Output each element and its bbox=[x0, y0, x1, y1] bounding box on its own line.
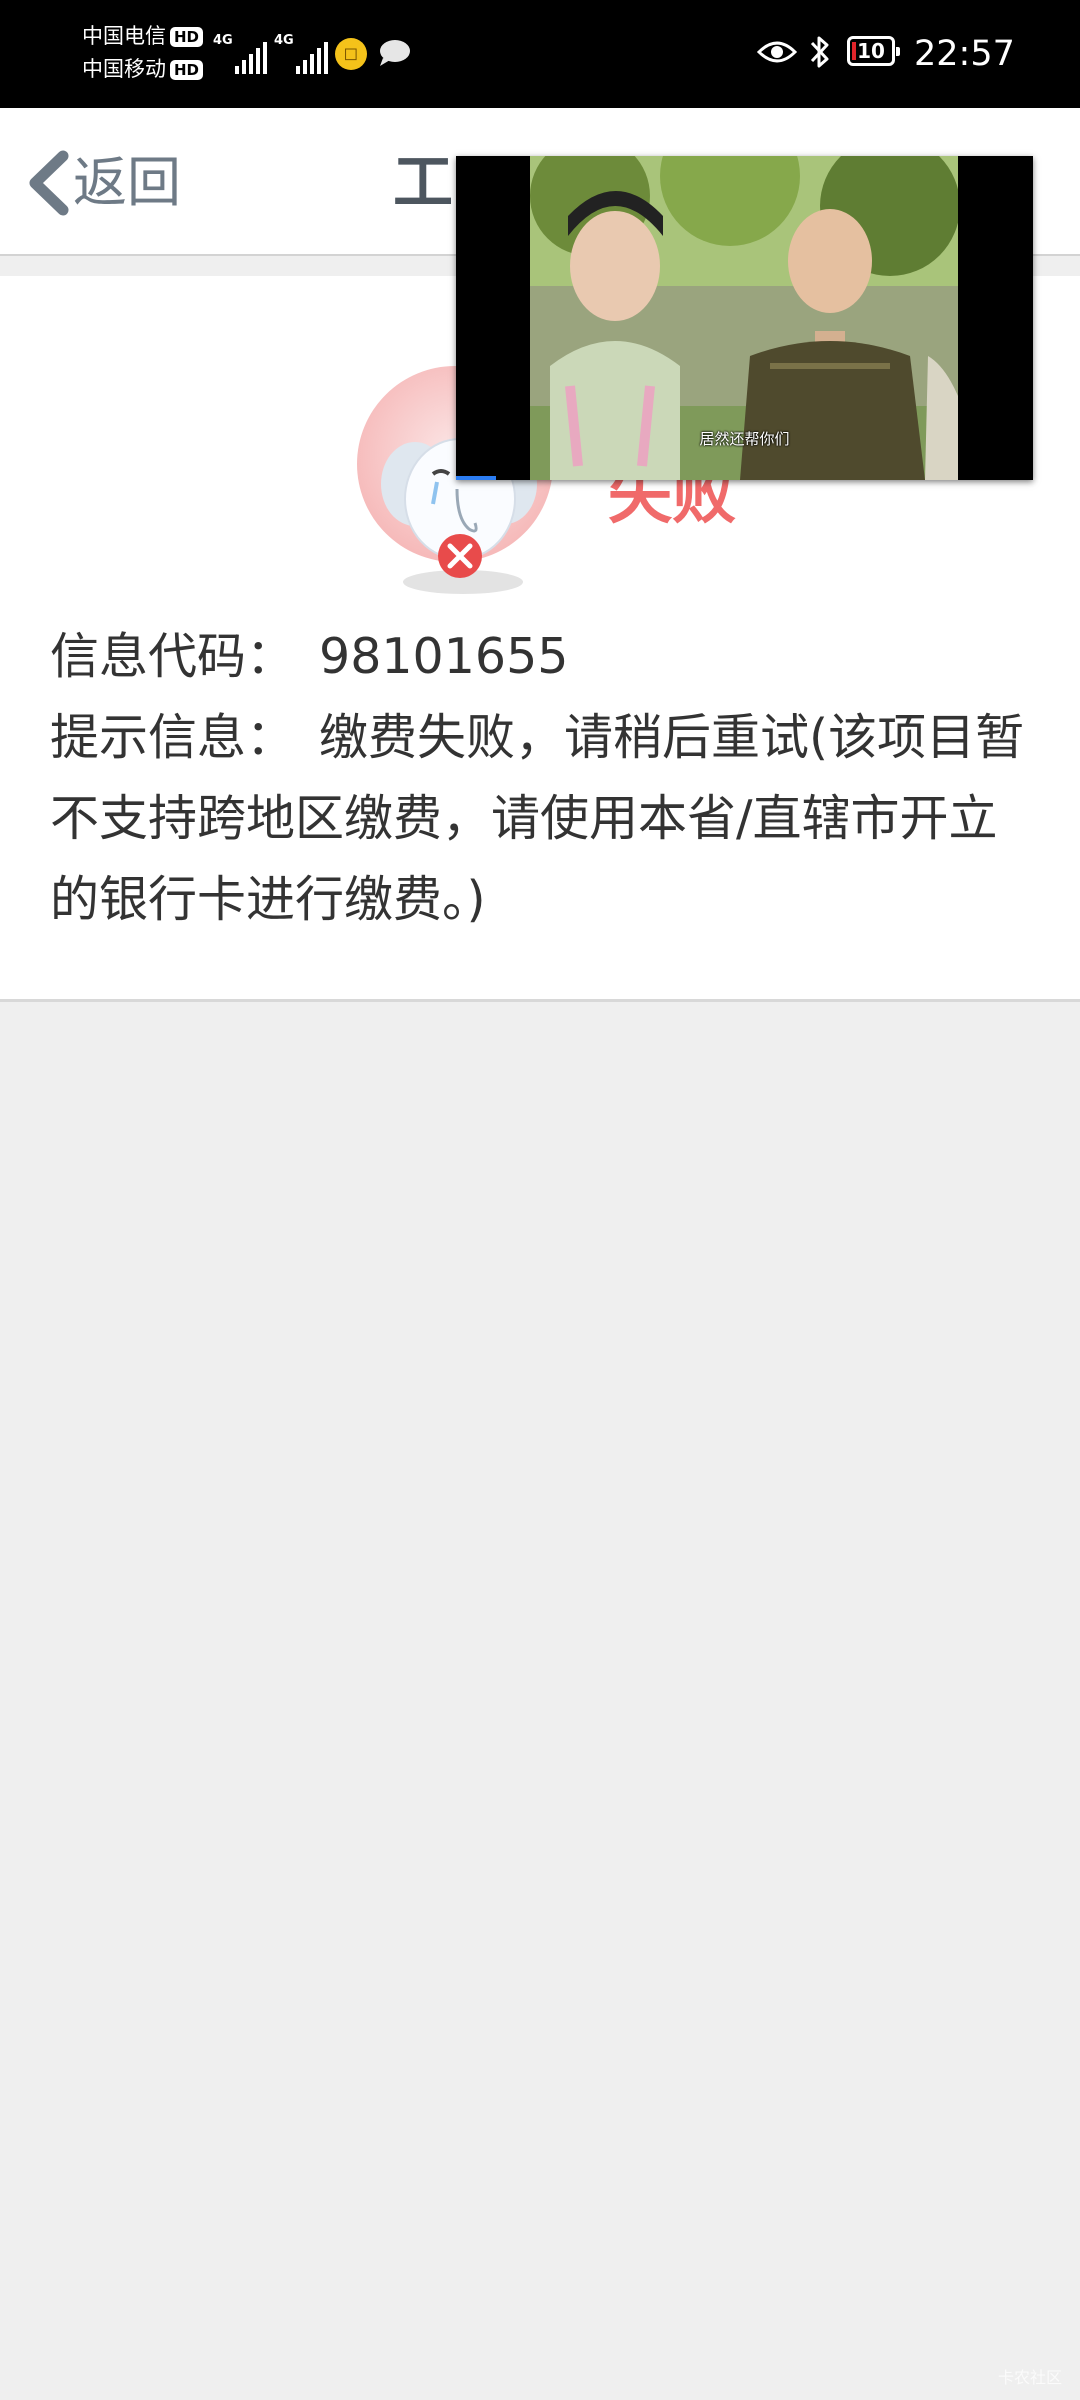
info-section: 信息代码： 98101655 提示信息： 缴费失败，请稍后重试(该项目暂不支持跨地区… bbox=[50, 616, 1040, 940]
network-type-label: 4G bbox=[274, 33, 294, 48]
hd-icon: HD bbox=[170, 26, 204, 47]
chat-icon bbox=[380, 40, 410, 66]
carrier-info: 中国电信 HD 中国移动 HD bbox=[82, 20, 204, 86]
page-title: 工 bbox=[393, 148, 453, 218]
status-time: 22:57 bbox=[914, 34, 1015, 74]
back-label: 返回 bbox=[73, 151, 181, 214]
info-message-row: 提示信息： 缴费失败，请稍后重试(该项目暂不支持跨地区缴费，请使用本省/直辖市开立… bbox=[50, 697, 1040, 940]
status-bar: 中国电信 HD 中国移动 HD 4G 4G ◻ 10 22:57 bbox=[0, 0, 1080, 108]
carrier-2-label: 中国移动 bbox=[82, 57, 166, 81]
video-progress-bar[interactable] bbox=[456, 476, 497, 480]
info-message-label: 提示信息： bbox=[50, 709, 296, 766]
chevron-left-icon bbox=[29, 150, 69, 216]
info-code-label: 信息代码： bbox=[50, 628, 296, 685]
carrier-1-label: 中国电信 bbox=[82, 24, 166, 48]
signal-icon: 4G bbox=[274, 34, 328, 74]
video-subtitle: 居然还帮你们 bbox=[699, 430, 790, 448]
watermark-text: 卡农社区 bbox=[997, 2368, 1062, 2387]
info-code-row: 信息代码： 98101655 bbox=[50, 616, 1040, 697]
info-code-value: 98101655 bbox=[319, 628, 569, 685]
hd-icon: HD bbox=[170, 59, 204, 80]
notification-icon: ◻ bbox=[335, 38, 367, 70]
signal-icon: 4G bbox=[213, 34, 267, 74]
bluetooth-icon bbox=[810, 36, 829, 68]
network-type-label: 4G bbox=[213, 33, 233, 48]
battery-icon: 10 bbox=[847, 36, 900, 66]
eye-icon bbox=[757, 41, 797, 63]
battery-level: 10 bbox=[857, 39, 885, 63]
floating-video-window[interactable]: 居然还帮你们 bbox=[456, 156, 1033, 480]
back-button[interactable]: 返回 bbox=[25, 148, 181, 218]
